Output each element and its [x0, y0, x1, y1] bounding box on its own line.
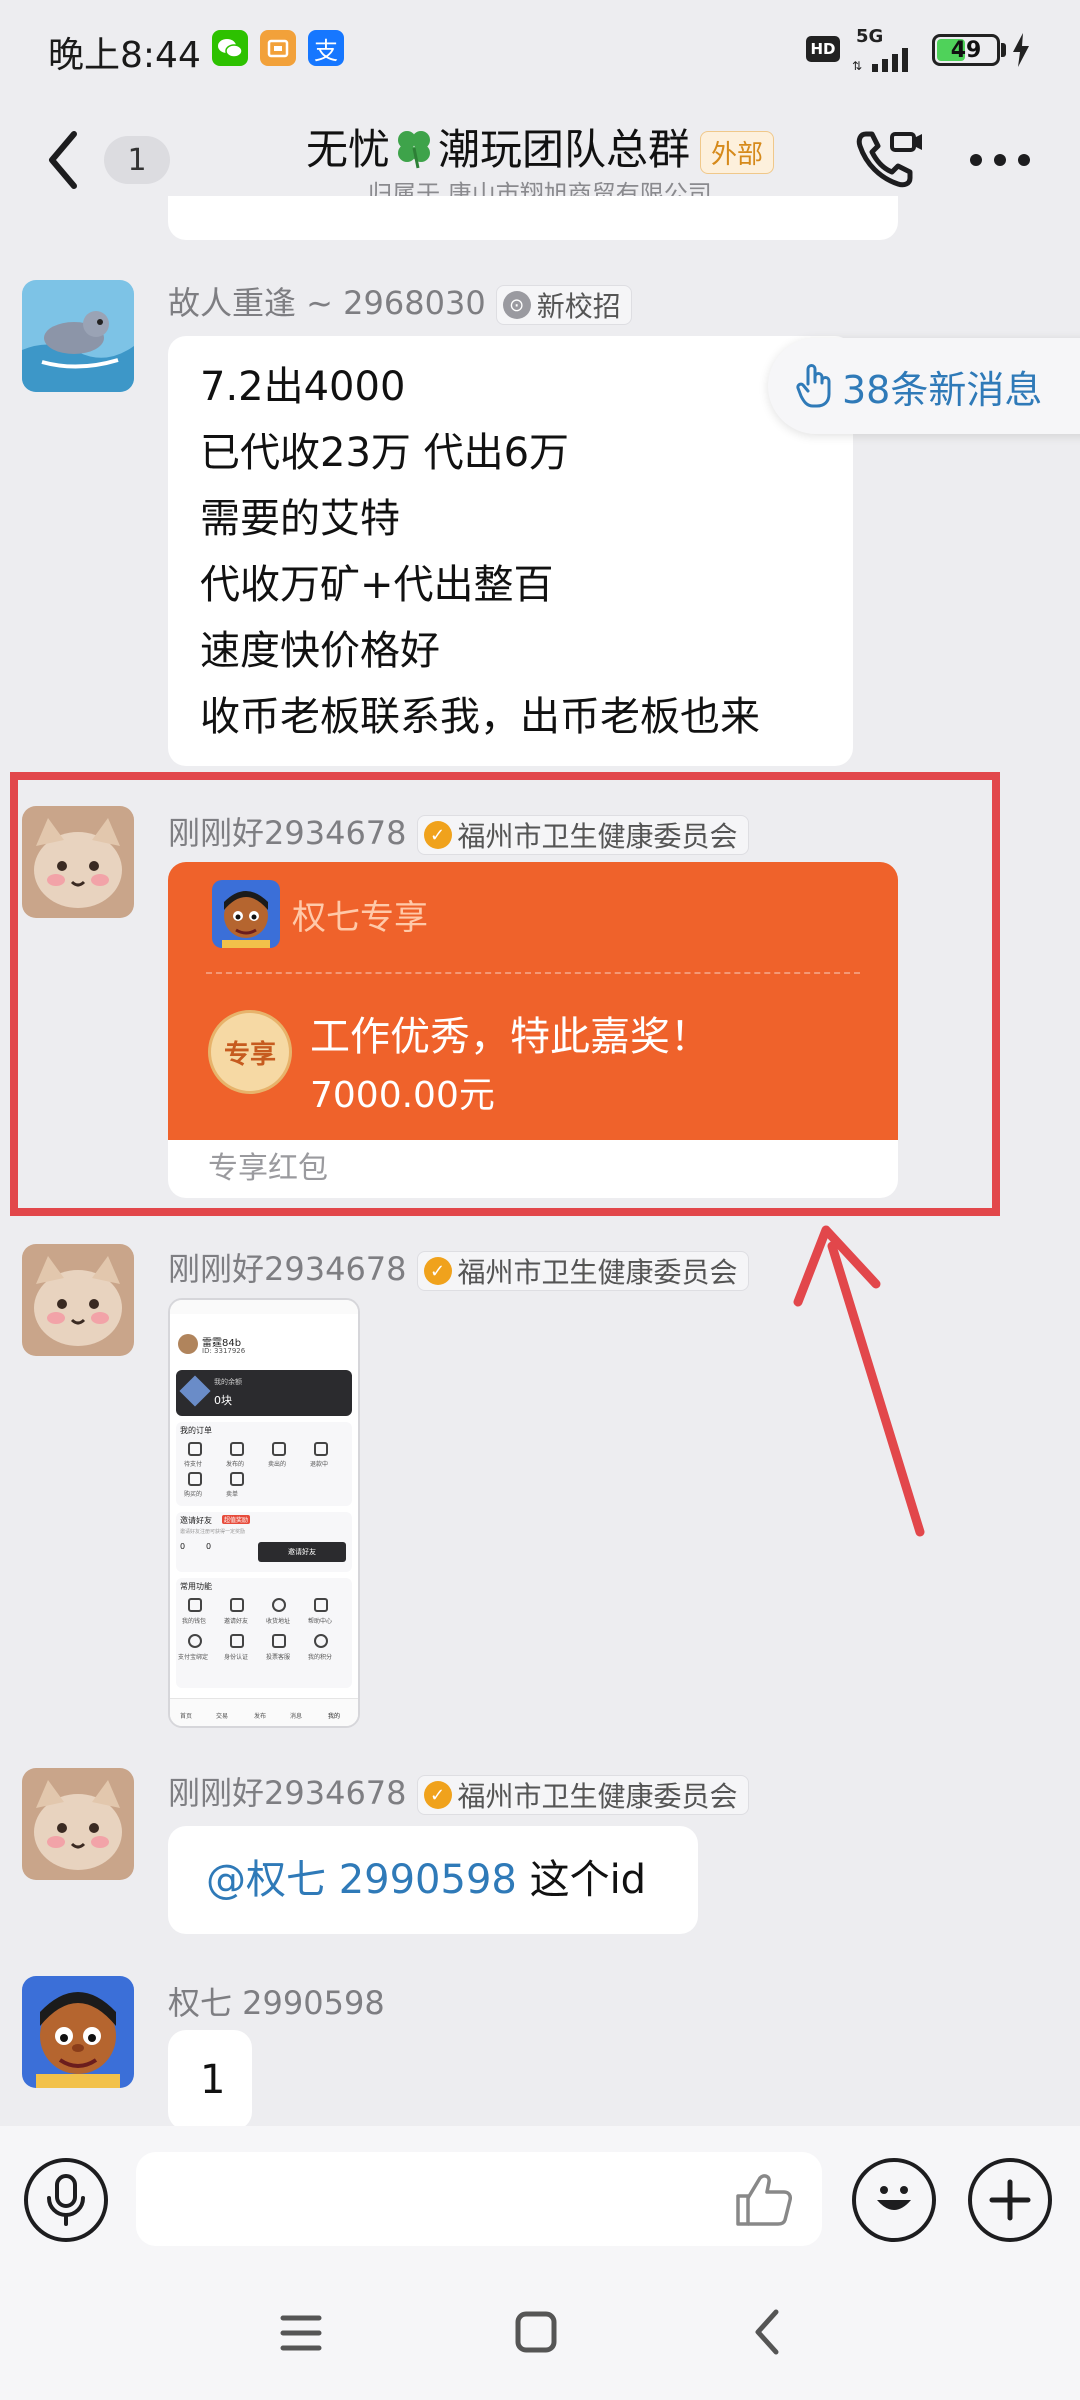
thumb-avatar — [178, 1334, 198, 1354]
battery-icon: 49 — [932, 34, 1000, 66]
message-text: 1 — [200, 2057, 226, 2103]
add-attachment-button[interactable] — [968, 2158, 1052, 2242]
video-call-icon[interactable] — [854, 126, 924, 196]
avatar[interactable] — [22, 280, 134, 392]
sender-badge: ⊙ 新校招 — [495, 285, 632, 325]
smiley-icon — [877, 2186, 911, 2210]
sender-name: 权七 2990598 — [168, 1984, 385, 2022]
message-bubble[interactable]: 7.2出4000 已代收23万 代出6万 需要的艾特 代收万矿+代出整百 速度快… — [168, 336, 853, 766]
avatar[interactable] — [22, 1244, 134, 1356]
thumb-wallet-card: 我的余额 0块 — [176, 1370, 352, 1416]
badge-icon: ⊙ — [502, 291, 531, 319]
message-input[interactable] — [136, 2152, 822, 2246]
clover-icon — [397, 131, 430, 169]
sender-name: 刚刚好2934678 ✓ 福州市卫生健康委员会 — [168, 1768, 749, 1815]
highlight-box — [10, 772, 1000, 1216]
thumb-user-id: ID: 3317926 — [202, 1347, 246, 1355]
message-line: 需要的艾特 — [200, 496, 400, 542]
box-app-icon — [260, 30, 296, 66]
verified-check-icon: ✓ — [423, 1781, 452, 1809]
message-line: 已代收23万 代出6万 — [200, 430, 570, 476]
wechat-icon — [212, 30, 248, 66]
mention-link[interactable]: @权七 2990598 — [206, 1857, 517, 1903]
voice-input-button[interactable] — [24, 2158, 108, 2242]
hd-badge: HD — [806, 36, 840, 62]
battery-cap — [1001, 43, 1006, 57]
sender-badge: ✓ 福州市卫生健康委员会 — [416, 1775, 749, 1815]
verified-check-icon: ✓ — [423, 1257, 452, 1285]
thumb-orders-card: 我的订单 待支付 发布的 卖出的 退款中 购买的 卖单 — [176, 1422, 352, 1506]
screenshot-image[interactable]: 雷霆84b ID: 3317926 我的余额 0块 我的订单 待支付 发布的 卖… — [168, 1298, 360, 1728]
annotation-arrow — [790, 1222, 950, 1546]
new-messages-button[interactable]: 38条新消息 — [768, 338, 1080, 434]
microphone-icon — [47, 2174, 85, 2226]
svg-text:⇅: ⇅ — [852, 59, 862, 72]
emoji-button[interactable] — [852, 2158, 936, 2242]
message-bubble[interactable]: 1 — [168, 2030, 252, 2130]
charging-icon — [1010, 32, 1032, 72]
message-text: @权七 2990598 这个id — [206, 1857, 647, 1903]
status-time: 晚上8:44 — [48, 35, 201, 76]
thumb-tools-card: 常用功能 我的钱包 邀请好友 收货地址 帮助中心 支付宝绑定 身份认证 投票客服… — [176, 1578, 352, 1688]
external-tag: 外部 — [700, 131, 775, 174]
sender-badge: ✓ 福州市卫生健康委员会 — [416, 1251, 749, 1291]
thumbs-up-icon[interactable] — [734, 2172, 792, 2232]
avatar[interactable] — [22, 1976, 134, 2088]
menu-icon[interactable] — [280, 2314, 322, 2356]
message-line: 速度快价格好 — [200, 628, 440, 674]
network-label: 5G — [856, 26, 884, 47]
pointer-hand-icon — [796, 364, 831, 408]
message-line: 收币老板联系我，出币老板也来 — [200, 694, 760, 740]
back-nav-icon[interactable] — [752, 2308, 782, 2360]
message-line: 7.2出4000 — [200, 364, 406, 410]
message-bubble[interactable]: @权七 2990598 这个id — [168, 1826, 698, 1934]
sender-name: 故人重逢 ~ 2968030 ⊙ 新校招 — [168, 278, 632, 325]
signal-icon: ⇅ — [852, 46, 922, 76]
alipay-icon: 支 — [308, 30, 344, 66]
plus-icon — [989, 2179, 1031, 2221]
sender-name: 刚刚好2934678 ✓ 福州市卫生健康委员会 — [168, 1244, 749, 1291]
previous-message-bubble — [168, 196, 898, 240]
more-menu-icon[interactable] — [968, 152, 1032, 171]
thumb-invite-card: 邀请好友 超值奖励 邀请好友注册可获得一定奖励 0 0 邀请好友 — [176, 1512, 352, 1572]
avatar[interactable] — [22, 1768, 134, 1880]
thumb-status-bar — [170, 1300, 358, 1314]
thumb-tab-bar: 首页 交易 发布 消息 我的 — [170, 1698, 358, 1726]
home-icon[interactable] — [514, 2310, 558, 2358]
message-line: 代收万矿+代出整百 — [200, 562, 554, 608]
thumb-wallet-icon — [179, 1375, 211, 1407]
